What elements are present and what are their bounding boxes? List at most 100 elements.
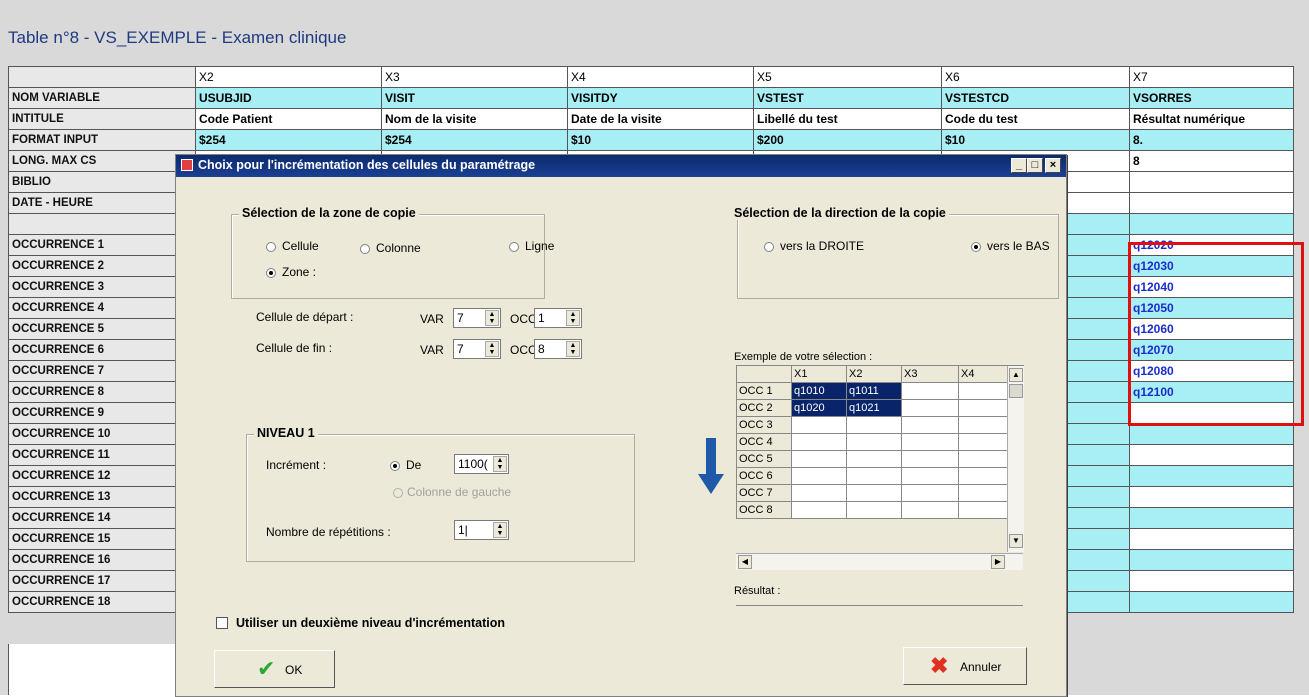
table-cell[interactable]: $10 bbox=[941, 129, 1130, 151]
table-cell[interactable] bbox=[1129, 591, 1294, 613]
example-cell[interactable] bbox=[901, 433, 959, 451]
row-header[interactable]: OCCURRENCE 16 bbox=[8, 549, 196, 571]
scroll-down-icon[interactable]: ▼ bbox=[1009, 534, 1023, 548]
de-stepper[interactable]: 1100(▲ ▼ bbox=[454, 454, 509, 474]
row-header[interactable]: OCCURRENCE 13 bbox=[8, 486, 196, 508]
row-header[interactable]: OCCURRENCE 12 bbox=[8, 465, 196, 487]
column-header[interactable]: X7 bbox=[1129, 66, 1294, 88]
radio-cellule[interactable] bbox=[266, 242, 276, 252]
radio-zone[interactable] bbox=[266, 268, 276, 278]
example-cell[interactable] bbox=[901, 501, 959, 519]
example-cell[interactable] bbox=[846, 484, 902, 502]
example-cell[interactable] bbox=[901, 382, 959, 400]
example-cell[interactable] bbox=[901, 450, 959, 468]
minimize-button[interactable]: _ bbox=[1011, 158, 1027, 173]
table-cell[interactable] bbox=[1129, 465, 1294, 487]
column-header[interactable]: X4 bbox=[567, 66, 754, 88]
radio-droite[interactable] bbox=[764, 242, 774, 252]
row-header[interactable]: OCCURRENCE 1 bbox=[8, 234, 196, 256]
ok-button[interactable]: ✔ OK bbox=[214, 650, 335, 688]
spin-arrows-icon[interactable]: ▲ ▼ bbox=[485, 310, 499, 326]
table-cell[interactable] bbox=[1129, 570, 1294, 592]
maximize-button[interactable]: □ bbox=[1027, 158, 1043, 173]
table-cell[interactable] bbox=[1129, 192, 1294, 214]
spin-arrows-icon[interactable]: ▲ ▼ bbox=[566, 310, 580, 326]
row-header[interactable]: FORMAT INPUT bbox=[8, 129, 196, 151]
row-header[interactable]: OCCURRENCE 11 bbox=[8, 444, 196, 466]
spin-arrows-icon[interactable]: ▲ ▼ bbox=[566, 341, 580, 357]
table-cell[interactable]: Code Patient bbox=[195, 108, 382, 130]
row-header[interactable]: LONG. MAX CS bbox=[8, 150, 196, 172]
table-cell[interactable]: VSORRES bbox=[1129, 87, 1294, 109]
scroll-left-icon[interactable]: ◀ bbox=[738, 555, 752, 569]
radio-colonne-gauche[interactable] bbox=[393, 488, 403, 498]
example-cell[interactable] bbox=[791, 484, 847, 502]
row-header[interactable]: DATE - HEURE bbox=[8, 192, 196, 214]
table-cell[interactable] bbox=[1129, 549, 1294, 571]
row-header[interactable]: BIBLIO bbox=[8, 171, 196, 193]
row-header[interactable]: OCCURRENCE 14 bbox=[8, 507, 196, 529]
spin-arrows-icon[interactable]: ▲ ▼ bbox=[493, 456, 507, 472]
table-cell[interactable] bbox=[1129, 507, 1294, 529]
table-cell[interactable] bbox=[1129, 402, 1294, 424]
table-cell[interactable]: $254 bbox=[195, 129, 382, 151]
table-cell[interactable]: VISIT bbox=[381, 87, 568, 109]
table-cell[interactable]: q12060 bbox=[1129, 318, 1294, 340]
table-cell[interactable] bbox=[1129, 213, 1294, 235]
column-header[interactable]: X5 bbox=[753, 66, 942, 88]
table-cell[interactable]: $10 bbox=[567, 129, 754, 151]
example-cell[interactable] bbox=[791, 467, 847, 485]
table-cell[interactable] bbox=[1129, 171, 1294, 193]
start-var-stepper[interactable]: 7 ▲ ▼ bbox=[453, 308, 501, 328]
table-cell[interactable]: Résultat numérique bbox=[1129, 108, 1294, 130]
table-cell[interactable]: 8 bbox=[1129, 150, 1294, 172]
radio-ligne[interactable] bbox=[509, 242, 519, 252]
example-cell[interactable] bbox=[791, 450, 847, 468]
example-cell[interactable] bbox=[846, 416, 902, 434]
table-cell[interactable]: VISITDY bbox=[567, 87, 754, 109]
table-cell[interactable]: $254 bbox=[381, 129, 568, 151]
row-header[interactable] bbox=[8, 213, 196, 235]
table-cell[interactable] bbox=[1129, 528, 1294, 550]
example-cell[interactable] bbox=[791, 501, 847, 519]
example-cell[interactable]: q1021 bbox=[846, 399, 902, 417]
row-header[interactable]: NOM VARIABLE bbox=[8, 87, 196, 109]
row-header[interactable]: OCCURRENCE 9 bbox=[8, 402, 196, 424]
table-cell[interactable] bbox=[1129, 486, 1294, 508]
radio-colonne[interactable] bbox=[360, 244, 370, 254]
dialog-titlebar[interactable]: Choix pour l'incrémentation des cellules… bbox=[176, 155, 1066, 177]
table-cell[interactable]: q12020 bbox=[1129, 234, 1294, 256]
table-cell[interactable]: VSTEST bbox=[753, 87, 942, 109]
second-level-checkbox[interactable] bbox=[216, 617, 228, 629]
example-cell[interactable] bbox=[901, 416, 959, 434]
row-header[interactable]: OCCURRENCE 18 bbox=[8, 591, 196, 613]
repetitions-stepper[interactable]: 1| ▲ ▼ bbox=[454, 520, 509, 540]
example-cell[interactable] bbox=[791, 433, 847, 451]
start-occ-stepper[interactable]: 1 ▲ ▼ bbox=[534, 308, 582, 328]
table-cell[interactable]: Date de la visite bbox=[567, 108, 754, 130]
row-header[interactable]: OCCURRENCE 3 bbox=[8, 276, 196, 298]
radio-bas[interactable] bbox=[971, 242, 981, 252]
example-cell[interactable] bbox=[901, 399, 959, 417]
column-header[interactable]: X2 bbox=[195, 66, 382, 88]
example-vertical-scrollbar[interactable]: ▲ ▼ bbox=[1007, 366, 1024, 552]
row-header[interactable]: OCCURRENCE 10 bbox=[8, 423, 196, 445]
close-button[interactable]: × bbox=[1045, 158, 1061, 173]
table-cell[interactable]: 8. bbox=[1129, 129, 1294, 151]
radio-de[interactable] bbox=[390, 461, 400, 471]
row-header[interactable]: OCCURRENCE 6 bbox=[8, 339, 196, 361]
end-var-stepper[interactable]: 7 ▲ ▼ bbox=[453, 339, 501, 359]
table-cell[interactable]: q12070 bbox=[1129, 339, 1294, 361]
example-cell[interactable] bbox=[846, 501, 902, 519]
end-occ-stepper[interactable]: 8 ▲ ▼ bbox=[534, 339, 582, 359]
example-cell[interactable] bbox=[901, 467, 959, 485]
row-header[interactable]: OCCURRENCE 2 bbox=[8, 255, 196, 277]
example-horizontal-scrollbar[interactable]: ◀ ▶ bbox=[736, 553, 1023, 570]
table-cell[interactable] bbox=[1129, 444, 1294, 466]
example-cell[interactable] bbox=[846, 433, 902, 451]
example-cell[interactable]: q1010 bbox=[791, 382, 847, 400]
table-cell[interactable]: q12040 bbox=[1129, 276, 1294, 298]
table-cell[interactable] bbox=[1129, 423, 1294, 445]
table-cell[interactable]: Code du test bbox=[941, 108, 1130, 130]
table-cell[interactable]: USUBJID bbox=[195, 87, 382, 109]
